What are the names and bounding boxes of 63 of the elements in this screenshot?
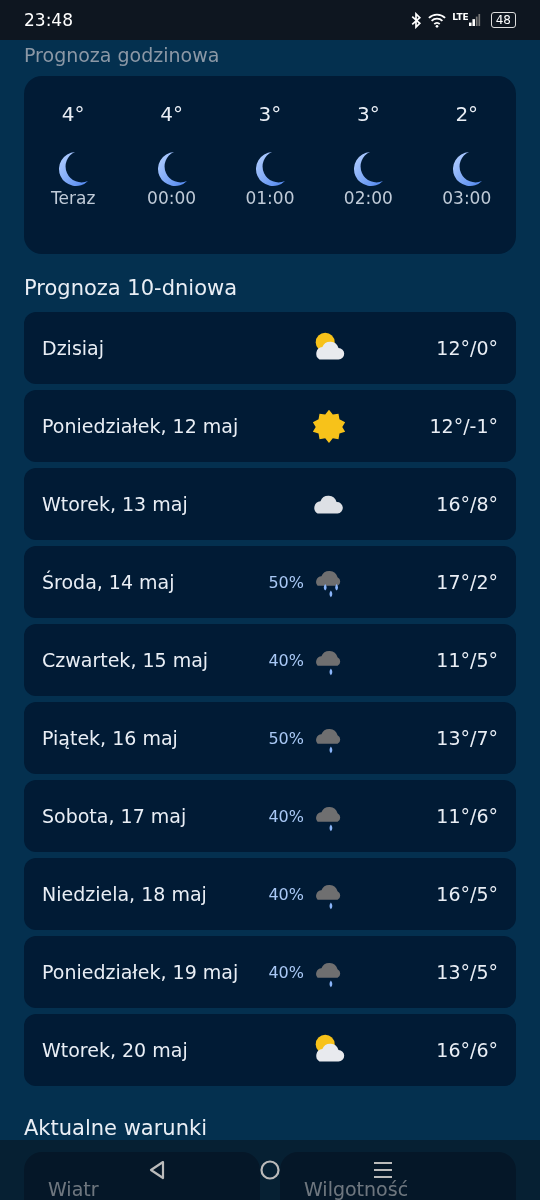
precipitation-chance: 40% bbox=[268, 884, 304, 904]
hour-label: 01:00 bbox=[245, 188, 295, 208]
day-row[interactable]: Wtorek, 20 maj 16°/6° bbox=[24, 1014, 516, 1086]
day-label: Sobota, 17 maj bbox=[42, 805, 188, 827]
temperature-range: 11°/5° bbox=[435, 649, 498, 671]
day-label: Środa, 14 maj bbox=[42, 571, 176, 593]
temperature-range: 16°/5° bbox=[435, 883, 498, 905]
network-type: LTE bbox=[452, 12, 469, 22]
temperature-range: 13°/5° bbox=[435, 961, 498, 983]
home-button[interactable] bbox=[260, 1160, 280, 1180]
moon-icon bbox=[450, 150, 483, 186]
section-title: Prognoza godzinowa bbox=[24, 43, 221, 68]
precipitation-chance: 50% bbox=[268, 572, 304, 592]
precipitation-chance: 40% bbox=[268, 650, 304, 670]
hour-label: 00:00 bbox=[147, 188, 197, 208]
day-label: Piątek, 16 maj bbox=[42, 727, 179, 749]
moon-icon bbox=[155, 150, 188, 186]
temperature: 2° bbox=[455, 102, 479, 126]
temperature: 3° bbox=[258, 102, 282, 126]
sun-icon bbox=[310, 407, 348, 445]
section-title: Prognoza 10-dniowa bbox=[24, 276, 239, 300]
day-label: Wtorek, 20 maj bbox=[42, 1039, 189, 1061]
temperature: 4° bbox=[160, 102, 183, 126]
day-row[interactable]: Czwartek, 15 maj 40% 11°/5° bbox=[24, 624, 516, 696]
temperature-range: 17°/2° bbox=[435, 571, 498, 593]
day-row[interactable]: Wtorek, 13 maj 16°/8° bbox=[24, 468, 516, 540]
day-label: Poniedziałek, 19 maj bbox=[42, 961, 240, 983]
day-row[interactable]: Piątek, 16 maj 50% 13°/7° bbox=[24, 702, 516, 774]
day-label: Niedziela, 18 maj bbox=[42, 883, 208, 905]
section-title: Aktualne warunki bbox=[24, 1116, 208, 1140]
day-label: Wtorek, 13 maj bbox=[42, 493, 189, 515]
signal-icon bbox=[468, 13, 481, 27]
day-row[interactable]: Poniedziałek, 12 maj 12°/-1° bbox=[24, 390, 516, 462]
precipitation-chance: 50% bbox=[268, 728, 304, 748]
hour-label: Teraz bbox=[51, 188, 96, 208]
temperature: 3° bbox=[357, 102, 380, 126]
day-row[interactable]: Środa, 14 maj 50% 17°/2° bbox=[24, 546, 516, 618]
temperature-range: 11°/6° bbox=[435, 805, 498, 827]
day-label: Poniedziałek, 12 maj bbox=[42, 415, 240, 437]
wifi-icon bbox=[428, 12, 447, 28]
condition-card[interactable]: Wiatr bbox=[24, 1152, 260, 1200]
temperature: 4° bbox=[61, 102, 85, 126]
temperature-range: 13°/7° bbox=[435, 727, 498, 749]
menu-icon[interactable] bbox=[373, 1160, 394, 1180]
precipitation-chance: 40% bbox=[268, 806, 304, 826]
condition-card[interactable]: Wilgotność bbox=[280, 1152, 516, 1200]
temperature-range: 12°/-1° bbox=[428, 415, 498, 437]
day-row[interactable]: Poniedziałek, 19 maj 40% 13°/5° bbox=[24, 936, 516, 1008]
clock: 23:48 bbox=[24, 10, 73, 30]
hour-label: 03:00 bbox=[442, 188, 492, 208]
day-row[interactable]: Sobota, 17 maj 40% 11°/6° bbox=[24, 780, 516, 852]
temperature-range: 16°/6° bbox=[435, 1039, 498, 1061]
day-label: Czwartek, 15 maj bbox=[42, 649, 210, 671]
day-row[interactable]: Dzisiaj 12°/0° bbox=[24, 312, 516, 384]
battery-indicator: 48 bbox=[490, 12, 516, 28]
hour-label: 02:00 bbox=[343, 188, 393, 208]
temperature-range: 12°/0° bbox=[435, 337, 498, 359]
bluetooth-icon bbox=[410, 11, 423, 29]
day-row[interactable]: Niedziela, 18 maj 40% 16°/5° bbox=[24, 858, 516, 930]
day-label: Dzisiaj bbox=[42, 337, 105, 359]
temperature-range: 16°/8° bbox=[435, 493, 498, 515]
moon-icon bbox=[253, 150, 286, 186]
precipitation-chance: 40% bbox=[268, 962, 304, 982]
